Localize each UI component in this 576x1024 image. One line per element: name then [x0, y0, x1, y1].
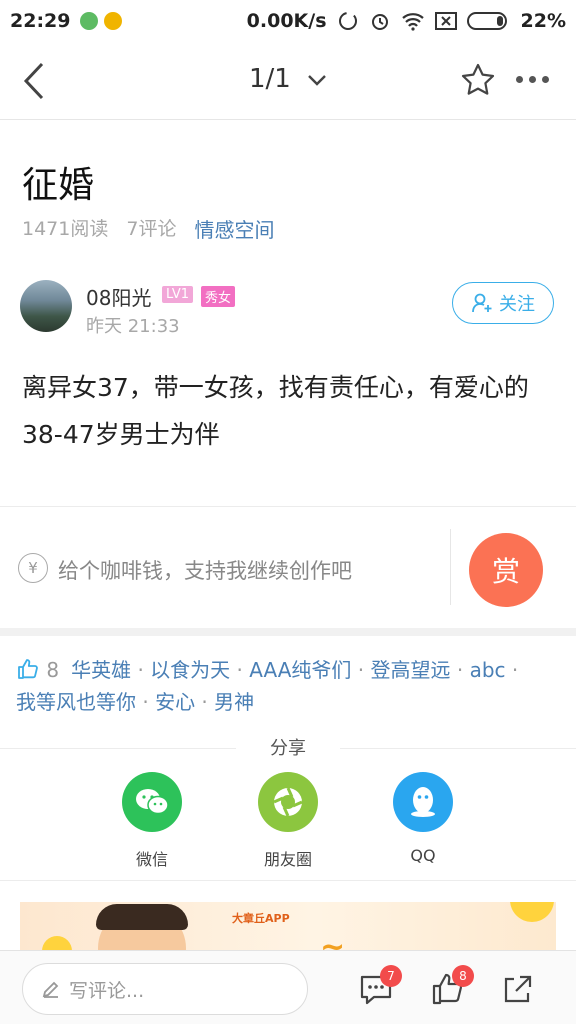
article-meta: 1471阅读 7评论 情感空间	[22, 214, 274, 243]
share-qq[interactable]: QQ	[378, 772, 468, 865]
bottom-bar: 写评论... 7 8	[0, 950, 576, 1024]
reward-section: ¥ 给个咖啡钱，支持我继续创作吧 赏	[0, 506, 576, 628]
wechat-icon	[122, 772, 182, 832]
divider	[450, 529, 451, 605]
liker-name[interactable]: AAA纯爷们	[249, 658, 351, 682]
liker-name[interactable]: 我等风也等你	[16, 690, 136, 714]
liker-name[interactable]: abc	[470, 658, 506, 682]
reward-button[interactable]: 赏	[469, 533, 543, 607]
like-count-badge: 8	[452, 965, 474, 987]
share-wechat[interactable]: 微信	[107, 772, 197, 870]
title-badge: 秀女	[201, 286, 236, 307]
comments-button[interactable]: 7	[358, 965, 402, 1007]
thumbs-up-icon[interactable]	[16, 657, 40, 681]
reward-text: 给个咖啡钱，支持我继续创作吧	[58, 559, 352, 583]
article-title: 征婚	[22, 165, 95, 206]
qq-icon	[393, 772, 453, 832]
yen-icon: ¥	[18, 553, 48, 583]
banner-brand: 大章丘APP	[232, 912, 290, 925]
sun-decoration	[510, 902, 554, 922]
liker-name[interactable]: 以食为天	[150, 658, 230, 682]
network-speed: 0.00K/s	[246, 10, 327, 32]
wifi-icon	[401, 13, 424, 31]
category-link[interactable]: 情感空间	[194, 214, 274, 243]
shield-icon	[80, 12, 99, 30]
more-icon[interactable]	[516, 76, 549, 83]
sync-icon	[338, 12, 357, 30]
share-label: QQ	[410, 846, 436, 865]
star-icon[interactable]	[460, 62, 496, 98]
likes-list: 8 华英雄 · 以食为天 · AAA纯爷们 · 登高望远 · abc · 我等风也…	[16, 657, 519, 714]
liker-name[interactable]: 安心	[155, 690, 195, 714]
cartoon-hair	[96, 904, 188, 930]
post-time: 昨天 21:33	[86, 316, 180, 337]
share-icon	[504, 975, 532, 1003]
moments-icon	[258, 772, 318, 832]
like-button[interactable]: 8	[430, 965, 474, 1007]
battery-level: 22%	[520, 10, 566, 32]
add-user-icon	[472, 293, 492, 313]
author-name[interactable]: 08阳光	[86, 282, 151, 311]
share-title: 分享	[236, 734, 340, 760]
like-count: 8	[46, 658, 60, 682]
follow-button[interactable]: 关注	[452, 282, 554, 324]
level-badge: LV1	[162, 286, 193, 303]
comment-input[interactable]: 写评论...	[22, 963, 308, 1015]
pencil-icon	[42, 981, 59, 998]
liker-name[interactable]: 登高望远	[371, 658, 451, 682]
share-moments[interactable]: 朋友圈	[243, 772, 333, 870]
section-separator	[0, 628, 576, 636]
share-button[interactable]	[500, 971, 536, 1007]
share-label: 微信	[135, 850, 168, 869]
avatar[interactable]	[20, 280, 72, 332]
article-body: 离异女37，带一女孩，找有责任心，有爱心的38-47岁男士为伴	[22, 373, 529, 449]
share-label: 朋友圈	[263, 850, 312, 869]
alarm-icon	[371, 14, 388, 30]
no-sim-icon	[434, 12, 457, 30]
comment-placeholder: 写评论...	[69, 979, 145, 1002]
comment-count-badge: 7	[380, 965, 402, 987]
comment-count: 7评论	[126, 218, 177, 240]
read-count: 1471阅读	[22, 218, 109, 240]
status-bar: 22:29 0.00K/s 22%	[0, 0, 576, 42]
page-indicator-label: 1/1	[248, 64, 291, 94]
follow-label: 关注	[499, 294, 535, 315]
liker-name[interactable]: 男神	[214, 690, 254, 714]
divider	[0, 880, 576, 881]
liker-name[interactable]: 华英雄	[71, 658, 131, 682]
promo-banner[interactable]: 大章丘APP ~	[20, 902, 556, 952]
battery-icon	[466, 12, 507, 30]
status-time: 22:29	[10, 10, 71, 32]
app-notification-icon	[104, 12, 123, 30]
chevron-down-icon	[308, 74, 326, 86]
author-row: 08阳光 LV1 秀女 昨天 21:33 关注	[20, 280, 556, 337]
banner-decoration: ~	[320, 930, 346, 952]
nav-bar: 1/1	[0, 42, 576, 120]
